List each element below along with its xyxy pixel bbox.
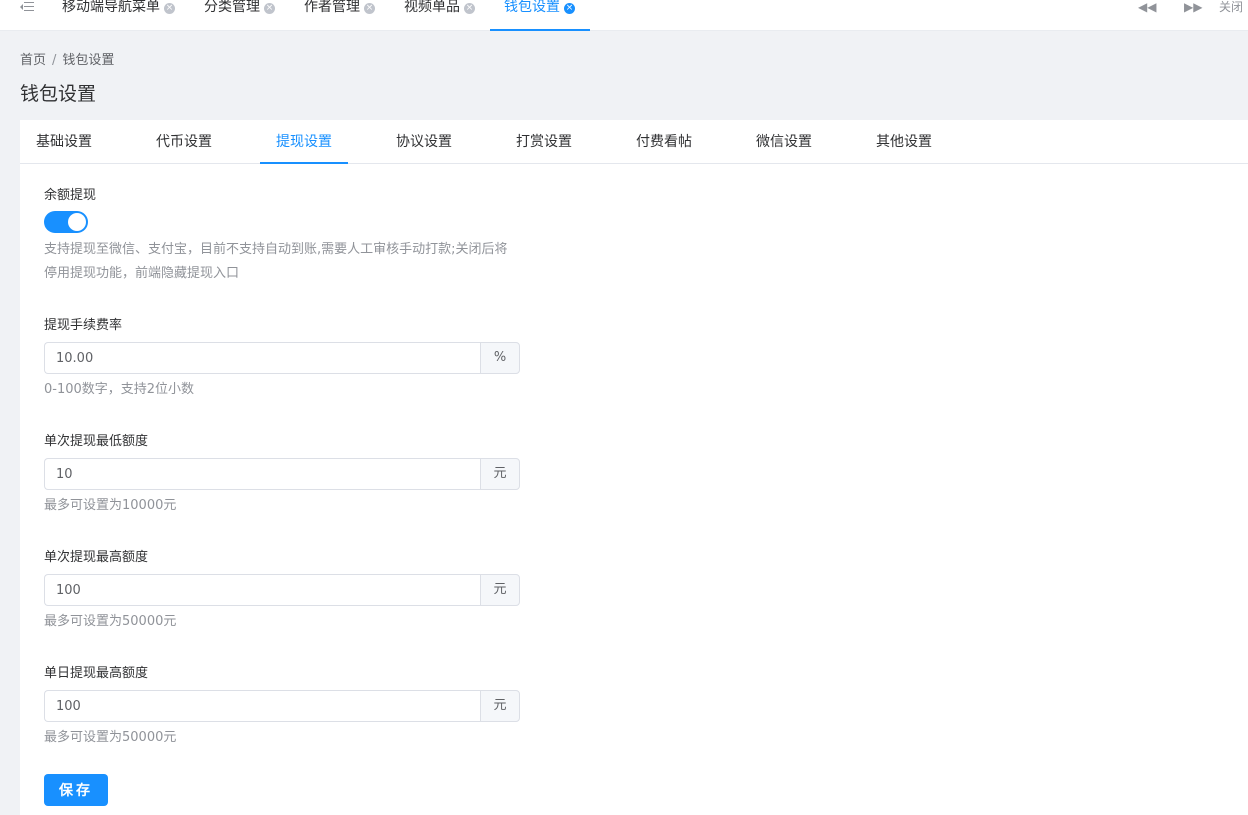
settings-card: 基础设置 代币设置 提现设置 协议设置 打赏设置 付费看帖 微信设置 其他设置 …	[20, 120, 1248, 815]
page-tab-wallet[interactable]: 钱包设置 ×	[490, 0, 590, 31]
page-title: 钱包设置	[20, 83, 97, 105]
fee-rate-input[interactable]	[44, 342, 480, 374]
min-amount-help: 最多可设置为10000元	[44, 498, 177, 513]
min-amount-suffix: 元	[480, 458, 520, 490]
save-button[interactable]: 保存	[44, 774, 108, 806]
settings-tabs: 基础设置 代币设置 提现设置 协议设置 打赏设置 付费看帖 微信设置 其他设置	[20, 120, 1248, 164]
max-amount-input[interactable]	[44, 574, 480, 606]
switch-knob	[68, 213, 86, 231]
scroll-right-icon[interactable]: ▶▶	[1184, 0, 1202, 14]
tab-paid-post[interactable]: 付费看帖	[620, 120, 708, 164]
min-amount-input[interactable]	[44, 458, 480, 490]
tab-reward[interactable]: 打赏设置	[500, 120, 588, 164]
max-amount-suffix: 元	[480, 574, 520, 606]
page-tab-label: 视频单品	[404, 0, 460, 15]
breadcrumb-separator: /	[52, 53, 57, 68]
close-tabs-button[interactable]: 关闭	[1219, 0, 1243, 14]
top-tab-bar: 移动端导航菜单 × 分类管理 × 作者管理 × 视频单品 × 钱包设置 × ◀◀ ▶▶ 关…	[0, 0, 1248, 31]
daily-max-help: 最多可设置为50000元	[44, 730, 177, 745]
max-amount-label: 单次提现最高额度	[44, 550, 149, 565]
tab-token[interactable]: 代币设置	[140, 120, 228, 164]
close-icon[interactable]: ×	[564, 3, 575, 14]
fee-rate-label: 提现手续费率	[44, 318, 123, 333]
page-tab-author[interactable]: 作者管理 ×	[304, 0, 375, 31]
fee-rate-suffix: %	[480, 342, 520, 374]
withdraw-enable-label: 余额提现	[44, 188, 97, 203]
fee-rate-input-group: %	[44, 342, 520, 374]
close-icon[interactable]: ×	[464, 3, 475, 14]
menu-fold-icon[interactable]	[20, 1, 34, 15]
daily-max-input-group: 元	[44, 690, 520, 722]
min-amount-label: 单次提现最低额度	[44, 434, 149, 449]
max-amount-input-group: 元	[44, 574, 520, 606]
daily-max-input[interactable]	[44, 690, 480, 722]
daily-max-suffix: 元	[480, 690, 520, 722]
tab-withdraw[interactable]: 提现设置	[260, 120, 348, 164]
page-tab-label: 钱包设置	[504, 0, 560, 15]
page-tab-label: 移动端导航菜单	[62, 0, 160, 15]
fee-rate-help: 0-100数字，支持2位小数	[44, 382, 195, 397]
max-amount-help: 最多可设置为50000元	[44, 614, 177, 629]
close-icon[interactable]: ×	[164, 3, 175, 14]
daily-max-label: 单日提现最高额度	[44, 666, 149, 681]
tab-other[interactable]: 其他设置	[860, 120, 948, 164]
page-tab-label: 分类管理	[204, 0, 260, 15]
withdraw-enable-help-line1: 支持提现至微信、支付宝，目前不支持自动到账,需要人工审核手动打款;关闭后将	[44, 242, 508, 257]
breadcrumb-home[interactable]: 首页	[20, 53, 46, 68]
tab-wechat[interactable]: 微信设置	[740, 120, 828, 164]
withdraw-enable-switch[interactable]	[44, 211, 88, 233]
close-icon[interactable]: ×	[264, 3, 275, 14]
withdraw-enable-help-line2: 停用提现功能，前端隐藏提现入口	[44, 266, 240, 281]
breadcrumb-current: 钱包设置	[62, 53, 115, 68]
page-tab-mobile-nav[interactable]: 移动端导航菜单 ×	[62, 0, 175, 31]
tab-basic[interactable]: 基础设置	[20, 120, 108, 164]
page-tab-category[interactable]: 分类管理 ×	[204, 0, 275, 31]
breadcrumb: 首页 / 钱包设置	[20, 49, 114, 68]
page-tab-video[interactable]: 视频单品 ×	[404, 0, 475, 31]
min-amount-input-group: 元	[44, 458, 520, 490]
tab-agreement[interactable]: 协议设置	[380, 120, 468, 164]
close-icon[interactable]: ×	[364, 3, 375, 14]
page-tab-label: 作者管理	[304, 0, 360, 15]
scroll-left-icon[interactable]: ◀◀	[1138, 0, 1156, 14]
